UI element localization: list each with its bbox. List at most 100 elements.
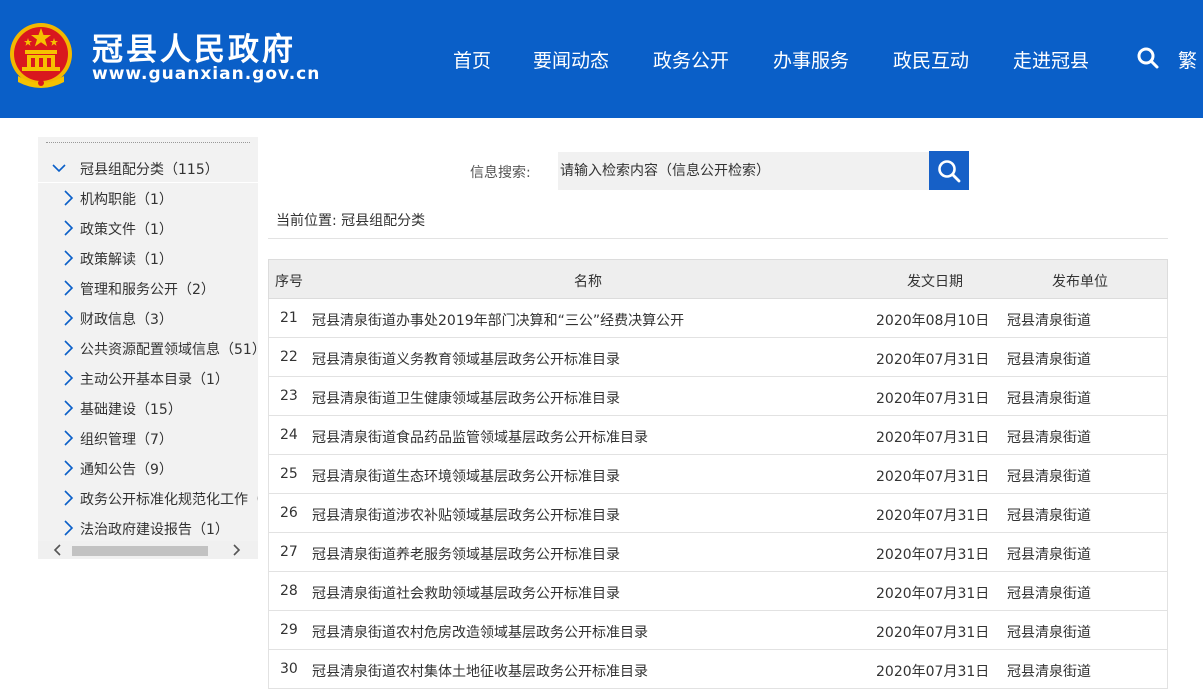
- table-row[interactable]: 26 冠县清泉街道涉农补贴领域基层政务公开标准目录 2020年07月31日 冠县清泉街…: [268, 494, 1168, 533]
- row-number: 27: [280, 544, 298, 560]
- chevron-right-icon: [64, 490, 74, 506]
- sidebar-item-label: 主动公开基本目录（1）: [80, 372, 229, 388]
- sidebar-item-label: 政务公开标准化规范化工作（: [80, 492, 258, 508]
- row-publisher: 冠县清泉街道: [1007, 664, 1091, 680]
- row-title-link[interactable]: 冠县清泉街道养老服务领域基层政务公开标准目录: [312, 544, 620, 564]
- row-title-link[interactable]: 冠县清泉街道义务教育领域基层政务公开标准目录: [312, 349, 620, 369]
- sidebar-item[interactable]: 公共资源配置领域信息（51）: [38, 333, 258, 363]
- row-date: 2020年07月31日: [876, 391, 990, 407]
- row-title-link[interactable]: 冠县清泉街道生态环境领域基层政务公开标准目录: [312, 466, 620, 486]
- row-title-link[interactable]: 冠县清泉街道农村集体土地征收基层政务公开标准目录: [312, 661, 648, 681]
- sidebar-item-label: 法治政府建设报告（1）: [80, 522, 229, 538]
- nav-interaction[interactable]: 政民互动: [893, 46, 969, 73]
- chevron-right-icon: [64, 370, 74, 386]
- site-url: www.guanxian.gov.cn: [92, 64, 321, 84]
- breadcrumb: 当前位置: 冠县组配分类: [276, 213, 426, 229]
- sidebar-item-label: 财政信息（3）: [80, 312, 173, 328]
- chevron-right-icon: [64, 460, 74, 476]
- column-header-title: 名称: [574, 274, 602, 290]
- row-date: 2020年07月31日: [876, 625, 990, 641]
- chevron-right-icon: [64, 430, 74, 446]
- row-number: 25: [280, 466, 298, 482]
- table-row[interactable]: 27 冠县清泉街道养老服务领域基层政务公开标准目录 2020年07月31日 冠县清泉街…: [268, 533, 1168, 572]
- sidebar-divider: [46, 142, 250, 143]
- sidebar-item[interactable]: 政策解读（1）: [38, 243, 258, 273]
- scroll-right-icon[interactable]: [230, 544, 242, 556]
- scroll-left-icon[interactable]: [52, 544, 64, 556]
- row-publisher: 冠县清泉街道: [1007, 508, 1091, 524]
- table-row[interactable]: 29 冠县清泉街道农村危房改造领域基层政务公开标准目录 2020年07月31日 冠县清…: [268, 611, 1168, 650]
- row-number: 24: [280, 427, 298, 443]
- search-label: 信息搜索:: [470, 165, 531, 181]
- sidebar-item-label: 通知公告（9）: [80, 462, 173, 478]
- row-number: 21: [280, 310, 298, 326]
- sidebar-item[interactable]: 财政信息（3）: [38, 303, 258, 333]
- traditional-chinese-toggle[interactable]: 繁: [1178, 46, 1197, 73]
- row-number: 29: [280, 622, 298, 638]
- row-title-link[interactable]: 冠县清泉街道食品药品监管领域基层政务公开标准目录: [312, 427, 648, 447]
- chevron-right-icon: [64, 310, 74, 326]
- chevron-right-icon: [64, 520, 74, 536]
- sidebar-item[interactable]: 主动公开基本目录（1）: [38, 363, 258, 393]
- nav-about[interactable]: 走进冠县: [1013, 46, 1089, 73]
- table-header: 序号 名称 发文日期 发布单位: [268, 259, 1168, 299]
- tree-root-category[interactable]: 冠县组配分类（115）: [38, 153, 258, 183]
- nav-gov-affairs[interactable]: 政务公开: [653, 46, 729, 73]
- row-number: 30: [280, 661, 298, 677]
- row-publisher: 冠县清泉街道: [1007, 391, 1091, 407]
- table-row[interactable]: 30 冠县清泉街道农村集体土地征收基层政务公开标准目录 2020年07月31日 冠县清…: [268, 650, 1168, 689]
- chevron-right-icon: [64, 190, 74, 206]
- scrollbar-thumb[interactable]: [72, 546, 208, 556]
- nav-news[interactable]: 要闻动态: [533, 46, 609, 73]
- sidebar-item-label: 政策解读（1）: [80, 252, 173, 268]
- row-title-link[interactable]: 冠县清泉街道办事处2019年部门决算和“三公”经费决算公开: [312, 310, 684, 330]
- nav-home[interactable]: 首页: [453, 46, 491, 73]
- chevron-right-icon: [64, 250, 74, 266]
- row-title-link[interactable]: 冠县清泉街道卫生健康领域基层政务公开标准目录: [312, 388, 620, 408]
- breadcrumb-divider: [268, 238, 1168, 239]
- search-input[interactable]: [558, 152, 930, 190]
- sidebar-horizontal-scrollbar[interactable]: [38, 541, 258, 559]
- sidebar-item-label: 组织管理（7）: [80, 432, 173, 448]
- sidebar-item[interactable]: 政务公开标准化规范化工作（: [38, 483, 258, 513]
- row-title-link[interactable]: 冠县清泉街道社会救助领域基层政务公开标准目录: [312, 583, 620, 603]
- chevron-right-icon: [64, 340, 74, 356]
- chevron-right-icon: [64, 400, 74, 416]
- table-row[interactable]: 22 冠县清泉街道义务教育领域基层政务公开标准目录 2020年07月31日 冠县清泉街…: [268, 338, 1168, 377]
- row-publisher: 冠县清泉街道: [1007, 352, 1091, 368]
- sidebar-item[interactable]: 基础建设（15）: [38, 393, 258, 423]
- search-button[interactable]: [929, 151, 969, 190]
- nav-services[interactable]: 办事服务: [773, 46, 849, 73]
- sidebar-item[interactable]: 组织管理（7）: [38, 423, 258, 453]
- site-header: 冠县人民政府 www.guanxian.gov.cn 首页 要闻动态 政务公开 …: [0, 0, 1203, 118]
- sidebar-item[interactable]: 政策文件（1）: [38, 213, 258, 243]
- row-number: 22: [280, 349, 298, 365]
- search-icon: [938, 160, 961, 183]
- row-title-link[interactable]: 冠县清泉街道农村危房改造领域基层政务公开标准目录: [312, 622, 648, 642]
- chevron-right-icon: [64, 280, 74, 296]
- table-row[interactable]: 24 冠县清泉街道食品药品监管领域基层政务公开标准目录 2020年07月31日 冠县清…: [268, 416, 1168, 455]
- site-title[interactable]: 冠县人民政府: [92, 24, 296, 69]
- category-sidebar: 冠县组配分类（115） 机构职能（1） 政策文件（1） 政策解读（1） 管理和服务公开…: [38, 137, 258, 559]
- row-publisher: 冠县清泉街道: [1007, 313, 1091, 329]
- national-emblem-icon[interactable]: [8, 20, 74, 92]
- search-icon[interactable]: [1136, 46, 1160, 70]
- table-row[interactable]: 23 冠县清泉街道卫生健康领域基层政务公开标准目录 2020年07月31日 冠县清泉街…: [268, 377, 1168, 416]
- row-publisher: 冠县清泉街道: [1007, 547, 1091, 563]
- row-date: 2020年08月10日: [876, 313, 990, 329]
- sidebar-item[interactable]: 机构职能（1）: [38, 183, 258, 213]
- sidebar-item-label: 管理和服务公开（2）: [80, 282, 215, 298]
- column-header-publisher: 发布单位: [1052, 274, 1108, 290]
- row-publisher: 冠县清泉街道: [1007, 586, 1091, 602]
- sidebar-item[interactable]: 管理和服务公开（2）: [38, 273, 258, 303]
- row-title-link[interactable]: 冠县清泉街道涉农补贴领域基层政务公开标准目录: [312, 505, 620, 525]
- table-row[interactable]: 25 冠县清泉街道生态环境领域基层政务公开标准目录 2020年07月31日 冠县清泉街…: [268, 455, 1168, 494]
- row-date: 2020年07月31日: [876, 508, 990, 524]
- row-publisher: 冠县清泉街道: [1007, 430, 1091, 446]
- sidebar-item[interactable]: 法治政府建设报告（1）: [38, 513, 258, 543]
- row-date: 2020年07月31日: [876, 469, 990, 485]
- sidebar-item[interactable]: 通知公告（9）: [38, 453, 258, 483]
- table-row[interactable]: 28 冠县清泉街道社会救助领域基层政务公开标准目录 2020年07月31日 冠县清泉街…: [268, 572, 1168, 611]
- sidebar-item-label: 政策文件（1）: [80, 222, 173, 238]
- table-row[interactable]: 21 冠县清泉街道办事处2019年部门决算和“三公”经费决算公开 2020年08月1…: [268, 299, 1168, 338]
